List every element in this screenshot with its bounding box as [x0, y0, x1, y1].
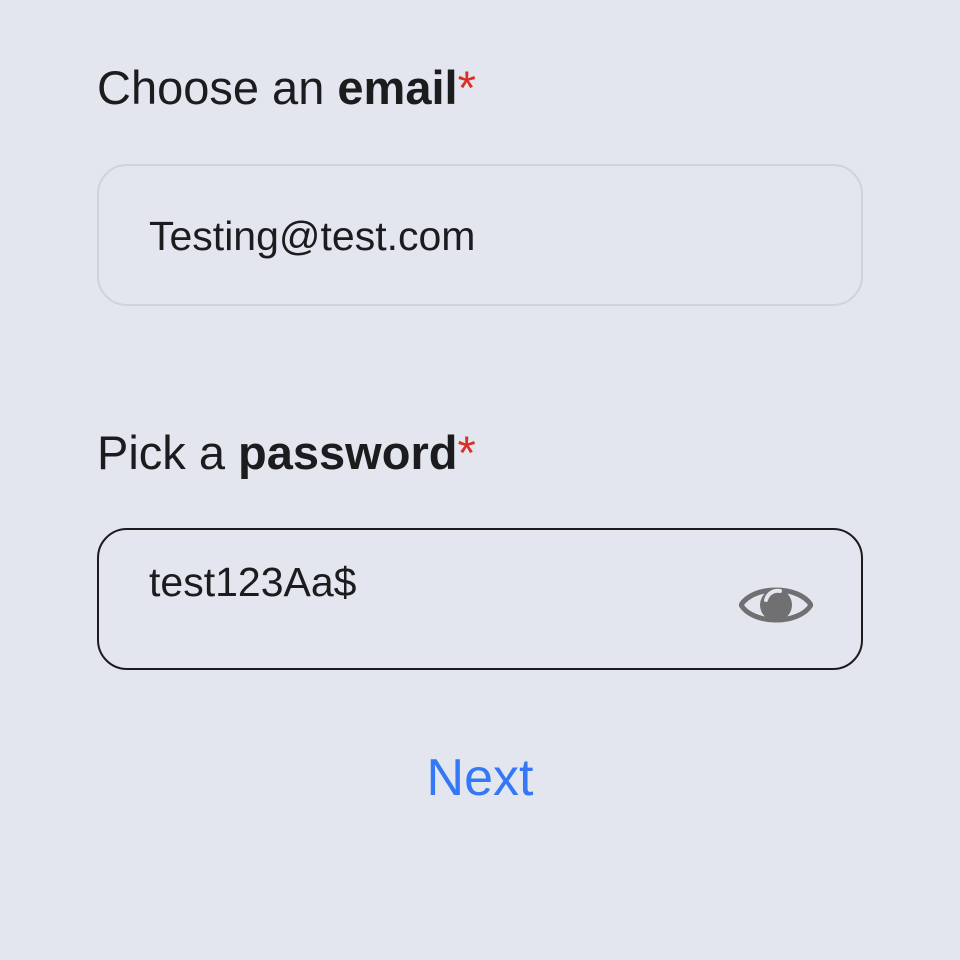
- password-value[interactable]: test123Aa$: [149, 558, 356, 606]
- email-field[interactable]: Testing@test.com: [97, 164, 863, 306]
- next-button[interactable]: Next: [97, 748, 863, 808]
- email-label-bold: email: [337, 61, 458, 114]
- eye-icon[interactable]: [739, 580, 813, 630]
- email-value[interactable]: Testing@test.com: [149, 212, 475, 260]
- email-required-mark: *: [457, 61, 476, 114]
- password-field[interactable]: test123Aa$: [97, 528, 863, 670]
- email-label: Choose an email*: [97, 60, 476, 116]
- password-label-bold: password: [238, 426, 458, 479]
- email-label-prefix: Choose an: [97, 61, 338, 114]
- password-required-mark: *: [457, 426, 476, 479]
- signup-form: Choose an email* Testing@test.com Pick a…: [97, 0, 863, 960]
- password-label-prefix: Pick a: [97, 426, 239, 479]
- password-label: Pick a password*: [97, 425, 476, 481]
